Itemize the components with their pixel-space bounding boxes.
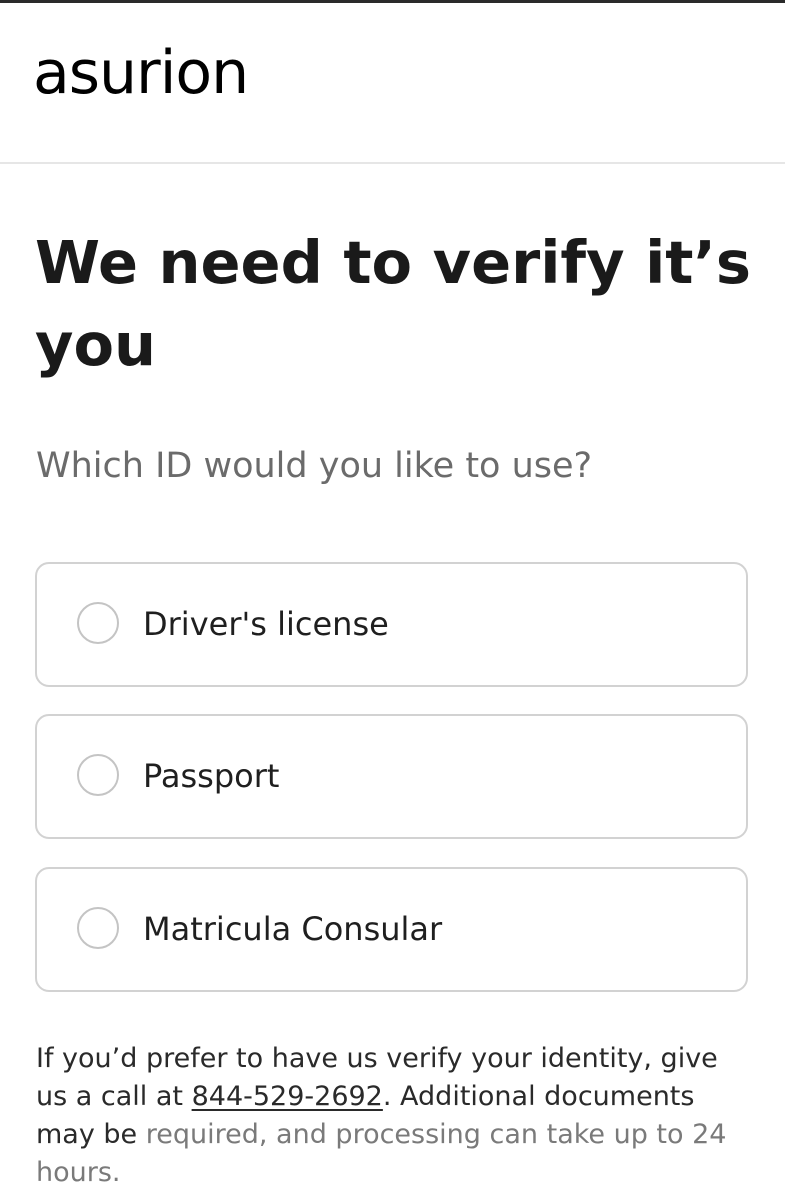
asurion-logo[interactable]: asurion bbox=[33, 43, 249, 103]
help-text-muted: required, and processing can take up to … bbox=[36, 1119, 727, 1188]
option-label: Driver's license bbox=[143, 605, 389, 643]
option-matricula-consular[interactable]: Matricula Consular bbox=[35, 867, 748, 992]
phone-number-link[interactable]: 844-529-2692 bbox=[192, 1081, 383, 1112]
option-drivers-license[interactable]: Driver's license bbox=[35, 562, 748, 687]
option-label: Matricula Consular bbox=[143, 910, 443, 948]
verification-help-text: If you’d prefer to have us verify your i… bbox=[36, 1040, 756, 1192]
header: asurion bbox=[0, 3, 785, 164]
option-label: Passport bbox=[143, 757, 280, 795]
id-question: Which ID would you like to use? bbox=[36, 446, 593, 486]
radio-circle-icon[interactable] bbox=[77, 907, 119, 949]
page-title: We need to verify it’s you bbox=[35, 228, 752, 379]
radio-circle-icon[interactable] bbox=[77, 602, 119, 644]
radio-circle-icon[interactable] bbox=[77, 754, 119, 796]
option-passport[interactable]: Passport bbox=[35, 714, 748, 839]
